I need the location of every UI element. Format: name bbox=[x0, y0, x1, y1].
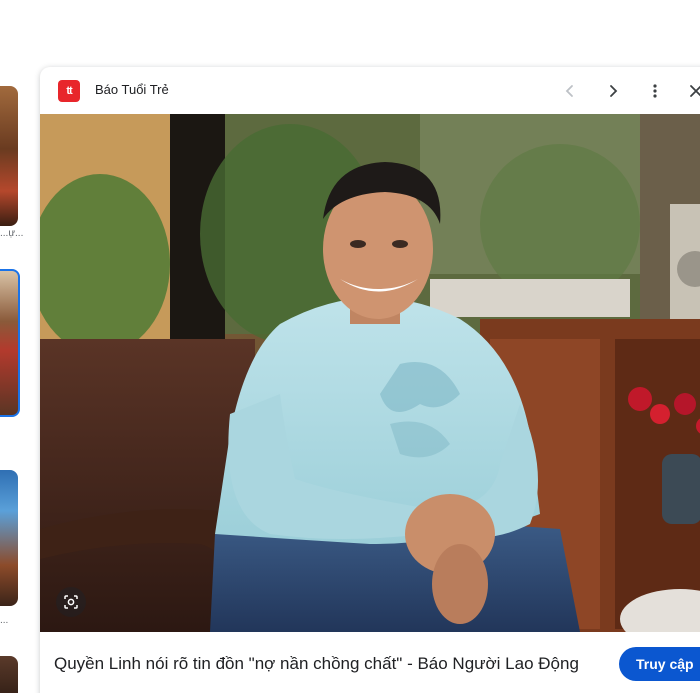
result-thumbnail[interactable] bbox=[0, 656, 18, 693]
next-image-button[interactable] bbox=[599, 77, 627, 105]
preview-header: tt Báo Tuổi Trẻ bbox=[40, 67, 700, 113]
preview-image[interactable] bbox=[40, 114, 700, 632]
chevron-left-icon bbox=[565, 85, 573, 97]
chevron-right-icon bbox=[610, 85, 618, 97]
results-thumbnail-column: ...ự... ... bbox=[0, 84, 24, 693]
result-thumbnail-selected[interactable] bbox=[0, 269, 20, 417]
visit-button-label: Truy cập bbox=[636, 656, 694, 672]
image-title-link[interactable]: Quyền Linh nói rõ tin đồn "nợ nần chồng … bbox=[54, 654, 579, 674]
result-thumbnail-caption: ... bbox=[0, 615, 9, 626]
previous-image-button[interactable] bbox=[556, 77, 584, 105]
visit-button[interactable]: Truy cập › bbox=[619, 647, 700, 681]
source-logo-text: tt bbox=[66, 85, 72, 97]
preview-caption-bar: Quyền Linh nói rõ tin đồn "nợ nần chồng … bbox=[40, 632, 700, 693]
google-lens-button[interactable] bbox=[56, 587, 86, 617]
result-thumbnail[interactable] bbox=[0, 86, 18, 226]
more-options-button[interactable] bbox=[641, 77, 669, 105]
result-thumbnail[interactable] bbox=[0, 470, 18, 606]
more-vert-icon bbox=[653, 84, 657, 98]
source-logo[interactable]: tt bbox=[58, 80, 80, 102]
google-lens-icon bbox=[64, 595, 78, 609]
preview-photo-illustration bbox=[40, 114, 700, 632]
image-preview-panel: tt Báo Tuổi Trẻ Quyền Linh nói rõ tin đồ… bbox=[40, 67, 700, 693]
source-name[interactable]: Báo Tuổi Trẻ bbox=[95, 82, 169, 97]
close-preview-button[interactable] bbox=[682, 77, 700, 105]
close-icon bbox=[690, 85, 700, 97]
result-thumbnail-caption: ...ự... bbox=[0, 228, 24, 239]
